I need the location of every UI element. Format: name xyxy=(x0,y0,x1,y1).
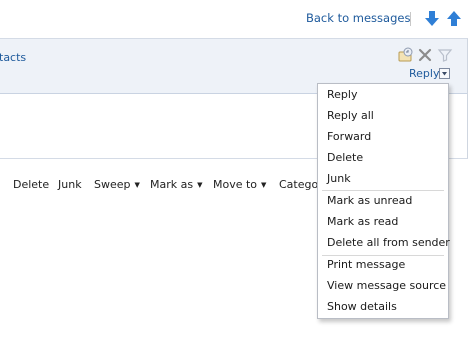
caret-down-icon: ▼ xyxy=(134,181,140,189)
menu-item-mark-as-read[interactable]: Mark as read xyxy=(327,213,398,231)
back-to-messages-link[interactable]: Back to messages xyxy=(306,11,410,25)
menu-item-reply[interactable]: Reply xyxy=(327,86,357,104)
chevron-down-icon[interactable] xyxy=(439,68,450,79)
caret-down-icon: ▼ xyxy=(197,181,203,189)
filter-icon[interactable] xyxy=(437,47,453,63)
flag-icon[interactable] xyxy=(397,47,413,63)
reply-dropdown-menu: Reply Reply all Forward Delete Junk Mark… xyxy=(317,83,450,319)
toolbar-sweep-button[interactable]: Sweep ▼ xyxy=(94,178,140,191)
down-arrow-icon[interactable] xyxy=(424,10,440,27)
toolbar-junk-button[interactable]: Junk xyxy=(58,178,82,191)
menu-separator xyxy=(322,190,444,191)
delete-x-icon[interactable] xyxy=(417,47,433,63)
menu-item-delete-all-from-sender[interactable]: Delete all from sender xyxy=(327,234,450,252)
menu-item-print-message[interactable]: Print message xyxy=(327,256,405,274)
menu-item-view-message-source[interactable]: View message source xyxy=(327,277,446,295)
reply-link[interactable]: Reply xyxy=(409,67,439,80)
toolbar-move-to-label: Move to xyxy=(213,178,258,191)
toolbar-mark-as-button[interactable]: Mark as ▼ xyxy=(150,178,202,191)
menu-item-reply-all[interactable]: Reply all xyxy=(327,107,374,125)
toolbar-mark-as-label: Mark as xyxy=(150,178,194,191)
menu-item-delete[interactable]: Delete xyxy=(327,149,363,167)
menu-item-show-details[interactable]: Show details xyxy=(327,298,397,316)
toolbar-sweep-label: Sweep xyxy=(94,178,131,191)
menu-item-forward[interactable]: Forward xyxy=(327,128,371,146)
toolbar-separator xyxy=(410,12,411,26)
toolbar-move-to-button[interactable]: Move to ▼ xyxy=(213,178,266,191)
up-arrow-icon[interactable] xyxy=(446,10,462,27)
toolbar-delete-button[interactable]: Delete xyxy=(13,178,49,191)
contacts-link[interactable]: tacts xyxy=(0,51,26,64)
menu-item-mark-as-unread[interactable]: Mark as unread xyxy=(327,192,412,210)
menu-item-junk[interactable]: Junk xyxy=(327,170,351,188)
toolbar-categories-button[interactable]: Catego xyxy=(279,178,318,191)
top-bar: Back to messages xyxy=(0,0,474,38)
caret-down-icon: ▼ xyxy=(261,181,267,189)
